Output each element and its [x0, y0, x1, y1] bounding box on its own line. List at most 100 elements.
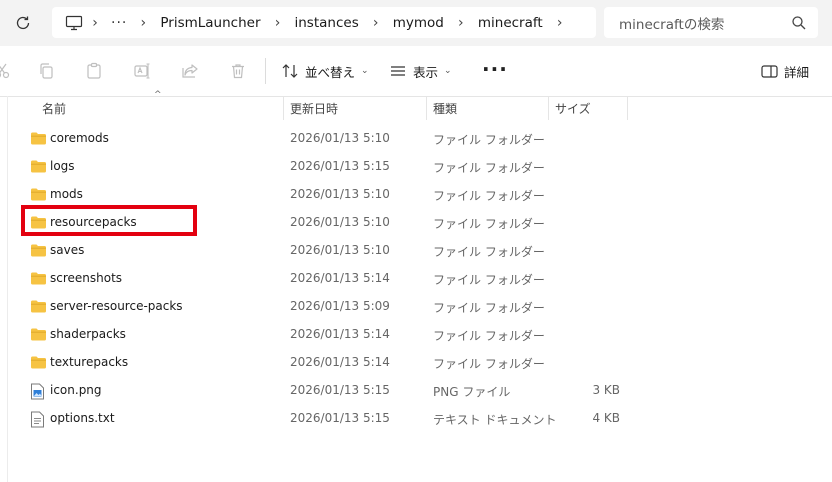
chevron-down-icon: ⌄ [361, 66, 369, 76]
breadcrumb-item-minecraft[interactable]: minecraft [472, 15, 549, 31]
details-label: 詳細 [784, 64, 810, 80]
folder-icon [30, 243, 47, 259]
file-name: saves [50, 243, 85, 257]
file-name: screenshots [50, 271, 123, 285]
column-divider[interactable] [426, 96, 427, 120]
command-bar: 並べ替え ⌄ 表示 ⌄ ··· 詳細 [0, 46, 832, 97]
column-header-row: ^ 名前 更新日時 種類 サイズ [0, 90, 832, 120]
copy-icon[interactable] [36, 61, 56, 81]
file-row[interactable]: coremods 2026/01/13 5:10 ファイル フォルダー [0, 125, 832, 153]
search-input[interactable]: minecraftの検索 [604, 7, 818, 38]
breadcrumb-item-instances[interactable]: instances [289, 15, 365, 31]
address-bar-area: › ··· › PrismLauncher › instances › mymo… [0, 0, 832, 46]
search-icon[interactable] [790, 14, 808, 32]
view-list-icon [391, 66, 405, 76]
chevron-right-icon[interactable]: › [450, 15, 472, 31]
chevron-right-icon[interactable]: › [549, 15, 571, 31]
view-label: 表示 [413, 64, 439, 80]
file-type: ファイル フォルダー [433, 217, 545, 231]
file-row[interactable]: screenshots 2026/01/13 5:14 ファイル フォルダー [0, 265, 832, 293]
file-name: options.txt [50, 411, 115, 425]
paste-icon[interactable] [84, 61, 104, 81]
file-date: 2026/01/13 5:10 [290, 187, 390, 201]
file-date: 2026/01/13 5:14 [290, 355, 390, 369]
file-name: mods [50, 187, 83, 201]
file-date: 2026/01/13 5:15 [290, 159, 390, 173]
file-date: 2026/01/13 5:15 [290, 411, 390, 425]
highlight-box [21, 205, 197, 236]
file-row[interactable]: logs 2026/01/13 5:15 ファイル フォルダー [0, 153, 832, 181]
breadcrumb[interactable]: › ··· › PrismLauncher › instances › mymo… [52, 7, 596, 38]
sort-label: 並べ替え [305, 64, 356, 80]
breadcrumb-item-prismlauncher[interactable]: PrismLauncher [154, 15, 266, 31]
file-row[interactable]: server-resource-packs 2026/01/13 5:09 ファ… [0, 293, 832, 321]
file-date: 2026/01/13 5:10 [290, 243, 390, 257]
file-name: logs [50, 159, 75, 173]
folder-icon [30, 131, 47, 147]
file-row[interactable]: options.txt 2026/01/13 5:15 テキスト ドキュメント … [0, 405, 832, 433]
folder-icon [30, 187, 47, 203]
text-file-icon [30, 411, 47, 428]
chevron-right-icon[interactable]: › [132, 15, 154, 31]
details-pane-icon [761, 64, 778, 78]
file-type: ファイル フォルダー [433, 357, 545, 371]
file-row[interactable]: shaderpacks 2026/01/13 5:14 ファイル フォルダー [0, 321, 832, 349]
file-type: ファイル フォルダー [433, 161, 545, 175]
file-name: texturepacks [50, 355, 129, 369]
folder-icon [30, 327, 47, 343]
sort-button[interactable]: 並べ替え ⌄ [281, 59, 369, 83]
file-date: 2026/01/13 5:10 [290, 131, 390, 145]
file-name: shaderpacks [50, 327, 126, 341]
folder-icon [30, 159, 47, 175]
file-type: ファイル フォルダー [433, 245, 545, 259]
column-header-name[interactable]: 名前 [42, 100, 66, 117]
breadcrumb-overflow-button[interactable]: ··· [106, 15, 132, 31]
file-name: coremods [50, 131, 109, 145]
details-pane-button[interactable]: 詳細 [761, 59, 809, 83]
file-type: テキスト ドキュメント [433, 413, 557, 427]
column-header-size[interactable]: サイズ [555, 100, 591, 117]
file-type: ファイル フォルダー [433, 133, 545, 147]
file-type: ファイル フォルダー [433, 301, 545, 315]
file-date: 2026/01/13 5:14 [290, 327, 390, 341]
view-button[interactable]: 表示 ⌄ [389, 59, 452, 83]
file-row[interactable]: saves 2026/01/13 5:10 ファイル フォルダー [0, 237, 832, 265]
column-header-date[interactable]: 更新日時 [290, 100, 338, 117]
file-row[interactable]: texturepacks 2026/01/13 5:14 ファイル フォルダー [0, 349, 832, 377]
column-header-type[interactable]: 種類 [433, 100, 457, 117]
file-date: 2026/01/13 5:15 [290, 383, 390, 397]
column-divider[interactable] [548, 96, 549, 120]
file-date: 2026/01/13 5:09 [290, 299, 390, 313]
file-name: server-resource-packs [50, 299, 183, 313]
file-type: ファイル フォルダー [433, 189, 545, 203]
chevron-right-icon[interactable]: › [267, 15, 289, 31]
delete-icon[interactable] [228, 61, 248, 81]
chevron-down-icon: ⌄ [444, 66, 452, 76]
share-icon[interactable] [180, 61, 200, 81]
column-divider[interactable] [283, 96, 284, 120]
sort-icon [282, 64, 298, 78]
file-type: ファイル フォルダー [433, 329, 545, 343]
rename-icon[interactable] [132, 61, 152, 81]
file-size: 4 KB [592, 411, 620, 425]
refresh-icon[interactable] [10, 10, 36, 36]
folder-icon [30, 299, 47, 315]
file-size: 3 KB [592, 383, 620, 397]
chevron-right-icon[interactable]: › [365, 15, 387, 31]
folder-icon [30, 355, 47, 371]
search-placeholder: minecraftの検索 [619, 16, 725, 33]
column-divider[interactable] [627, 96, 628, 120]
more-options-button[interactable]: ··· [482, 59, 508, 79]
file-row[interactable]: icon.png 2026/01/13 5:15 PNG ファイル 3 KB [0, 377, 832, 405]
toolbar-divider [265, 58, 266, 84]
chevron-right-icon[interactable]: › [84, 15, 106, 31]
breadcrumb-item-mymod[interactable]: mymod [387, 15, 450, 31]
file-date: 2026/01/13 5:10 [290, 215, 390, 229]
file-type: ファイル フォルダー [433, 273, 545, 287]
sort-ascending-icon: ^ [154, 90, 162, 100]
file-name: icon.png [50, 383, 102, 397]
file-date: 2026/01/13 5:14 [290, 271, 390, 285]
folder-icon [30, 271, 47, 287]
cut-icon[interactable] [0, 61, 12, 81]
monitor-icon[interactable] [64, 13, 84, 33]
